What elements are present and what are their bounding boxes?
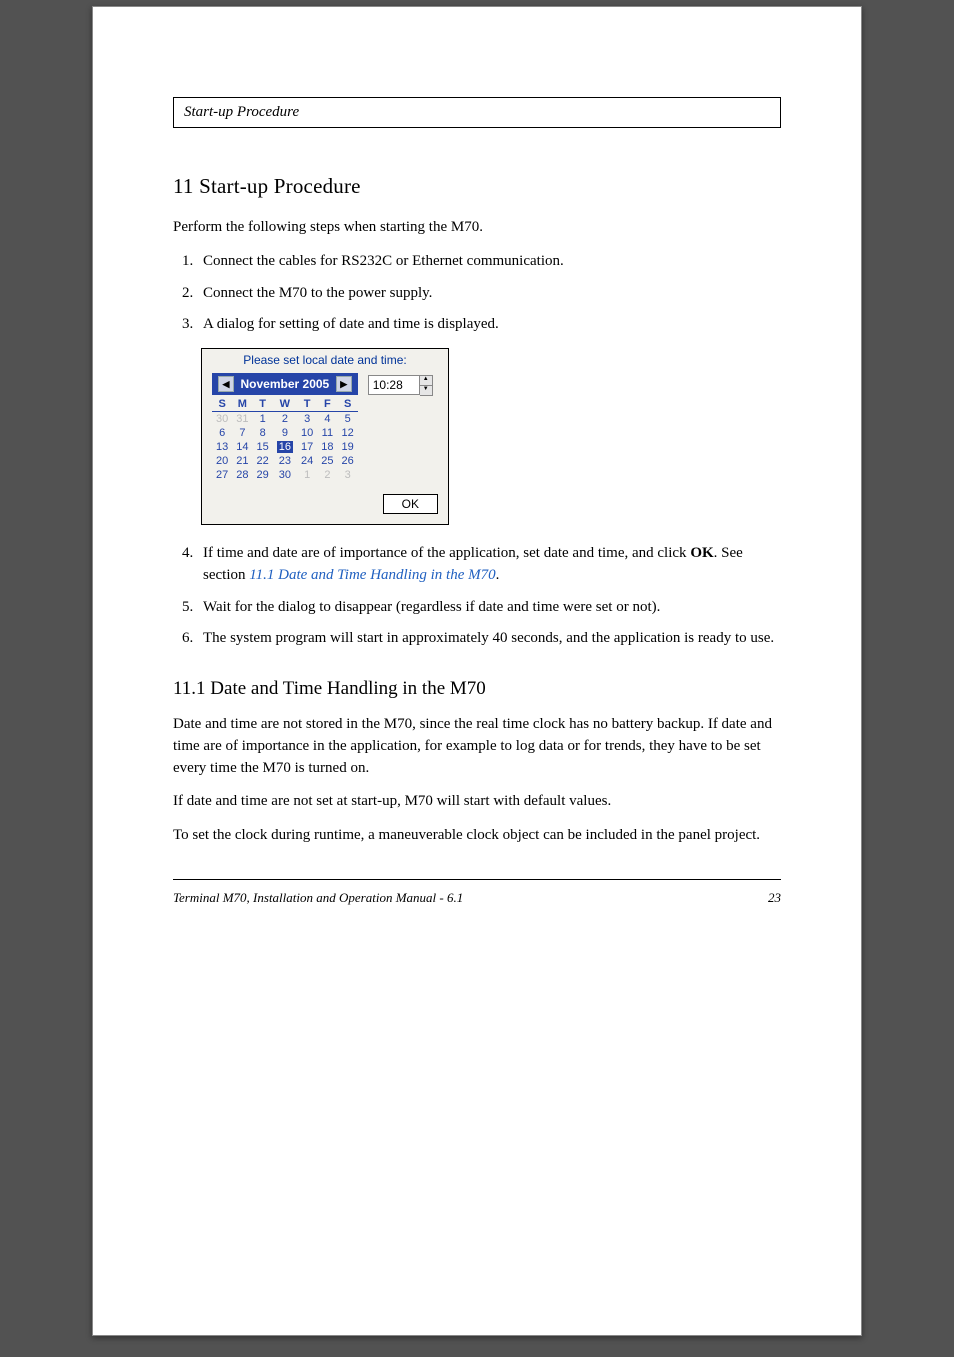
calendar-day[interactable]: 1 [297,468,317,482]
calendar-day[interactable]: 30 [273,468,297,482]
calendar-day[interactable]: 8 [253,426,273,440]
ok-button[interactable]: OK [383,494,438,514]
calendar-day[interactable]: 18 [317,440,337,454]
calendar-day[interactable]: 14 [232,440,252,454]
calendar-week: 303112345 [212,412,358,427]
step-2: Connect the M70 to the power supply. [197,283,781,305]
footer-page-number: 23 [768,890,781,906]
calendar-day[interactable]: 23 [273,454,297,468]
time-up-button[interactable]: ▲ [420,376,432,386]
calendar-day[interactable]: 5 [338,412,358,427]
calendar-grid: S M T W T F S 30311234567891011121314151… [212,397,358,482]
calendar-day[interactable]: 25 [317,454,337,468]
calendar-day[interactable]: 22 [253,454,273,468]
weekday-header: T [297,397,317,412]
step-3: A dialog for setting of date and time is… [197,314,781,336]
calendar-week: 20212223242526 [212,454,358,468]
calendar-day[interactable]: 1 [253,412,273,427]
footer-left: Terminal M70, Installation and Operation… [173,890,463,906]
calendar-day[interactable]: 2 [317,468,337,482]
weekday-header: W [273,397,297,412]
calendar-day[interactable]: 4 [317,412,337,427]
calendar-day[interactable]: 31 [232,412,252,427]
weekday-header: S [212,397,232,412]
p3: To set the clock during runtime, a maneu… [173,825,781,847]
calendar-day[interactable]: 15 [253,440,273,454]
calendar-day[interactable]: 29 [253,468,273,482]
prev-month-button[interactable]: ◀ [218,376,234,392]
calendar-day[interactable]: 19 [338,440,358,454]
weekday-header: T [253,397,273,412]
step-1: Connect the cables for RS232C or Etherne… [197,251,781,273]
weekday-header: F [317,397,337,412]
page-footer: Terminal M70, Installation and Operation… [173,890,781,906]
calendar-day[interactable]: 2 [273,412,297,427]
calendar-day[interactable]: 9 [273,426,297,440]
step-4: If time and date are of importance of th… [197,543,781,587]
step-6: The system program will start in approxi… [197,628,781,650]
step4-link[interactable]: 11.1 Date and Time Handling in the M70 [249,567,495,583]
weekday-header: M [232,397,252,412]
weekday-header: S [338,397,358,412]
calendar-week: 6789101112 [212,426,358,440]
calendar-day[interactable]: 30 [212,412,232,427]
calendar-day[interactable]: 3 [297,412,317,427]
time-spinner[interactable]: 10:28 ▲ ▼ [368,375,433,396]
p1: Date and time are not stored in the M70,… [173,714,781,779]
spin-buttons: ▲ ▼ [420,375,433,396]
footer-rule [173,879,781,880]
calendar-day[interactable]: 6 [212,426,232,440]
calendar-week: 13141516171819 [212,440,358,454]
time-down-button[interactable]: ▼ [420,386,432,395]
steps-list-2: If time and date are of importance of th… [173,543,781,650]
calendar-day[interactable]: 21 [232,454,252,468]
calendar-week: 27282930123 [212,468,358,482]
step4-ok: OK [690,545,713,561]
next-month-button[interactable]: ▶ [336,376,352,392]
dialog-title: Please set local date and time: [202,349,448,373]
month-label: November 2005 [241,377,330,391]
calendar-day[interactable]: 7 [232,426,252,440]
section-title-11: 11 Start-up Procedure [173,174,781,199]
step4-end: . [496,567,500,583]
calendar-day[interactable]: 13 [212,440,232,454]
step-5: Wait for the dialog to disappear (regard… [197,597,781,619]
calendar-day[interactable]: 28 [232,468,252,482]
step4-pre: If time and date are of importance of th… [203,545,690,561]
steps-list-1: Connect the cables for RS232C or Etherne… [173,251,781,336]
calendar-day[interactable]: 16 [273,440,297,454]
calendar-day[interactable]: 17 [297,440,317,454]
calendar-day[interactable]: 20 [212,454,232,468]
time-value[interactable]: 10:28 [368,375,420,395]
calendar-header: ◀ November 2005 ▶ [212,373,358,395]
datetime-dialog: Please set local date and time: ◀ Novemb… [201,348,449,525]
intro-text: Perform the following steps when startin… [173,217,781,239]
calendar-day[interactable]: 11 [317,426,337,440]
section-title-11-1: 11.1 Date and Time Handling in the M70 [173,678,781,700]
header-box: Start-up Procedure [173,97,781,128]
calendar[interactable]: ◀ November 2005 ▶ S M T W T F S [212,373,358,482]
header-title: Start-up Procedure [184,104,299,120]
weekday-row: S M T W T F S [212,397,358,412]
calendar-day[interactable]: 3 [338,468,358,482]
calendar-day[interactable]: 24 [297,454,317,468]
calendar-day[interactable]: 27 [212,468,232,482]
p2: If date and time are not set at start-up… [173,791,781,813]
calendar-day[interactable]: 10 [297,426,317,440]
calendar-day[interactable]: 12 [338,426,358,440]
calendar-day[interactable]: 26 [338,454,358,468]
